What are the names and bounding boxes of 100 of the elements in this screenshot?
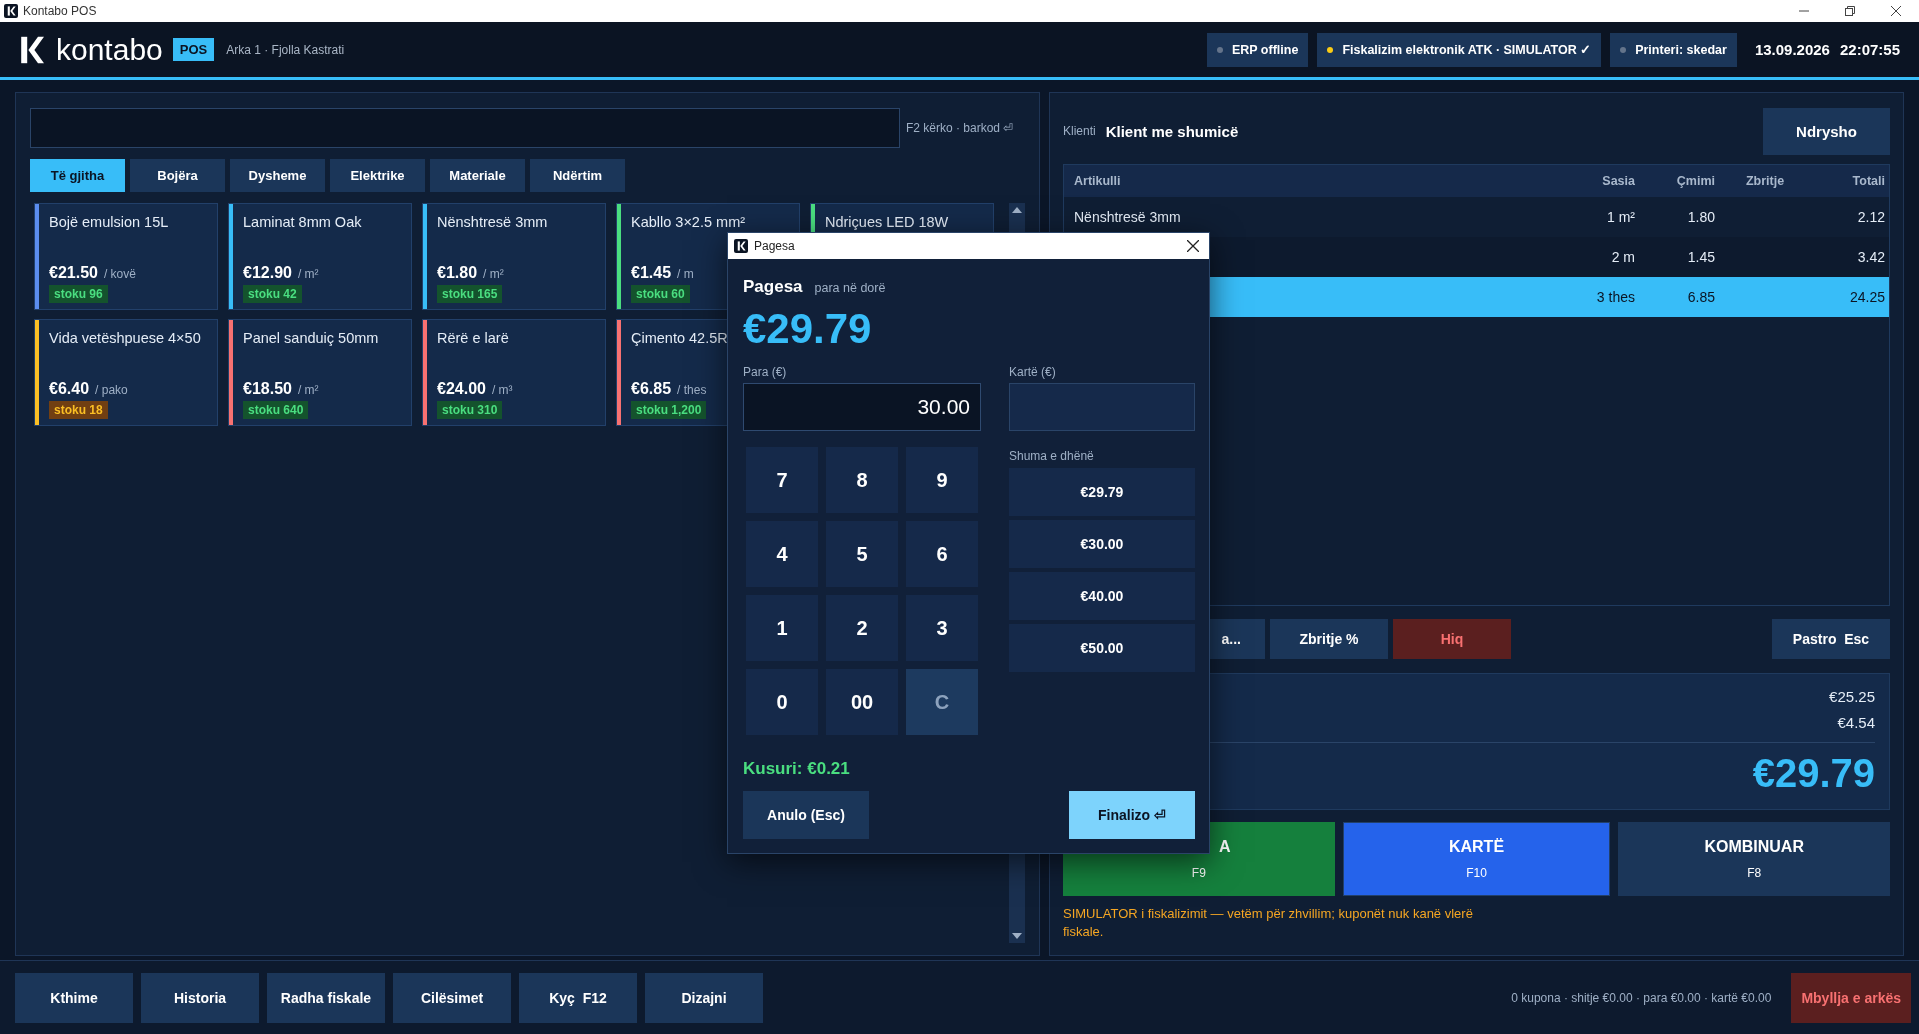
simulator-notice: SIMULATOR i fiskalizimit — vetëm për zhvillim; kuponët nuk kanë vlerë fiskale. [1063,905,1473,941]
payment-button[interactable]: KARTË F10 [1342,822,1611,896]
close-icon[interactable] [1891,6,1901,16]
product-price: €21.50 [49,264,98,282]
product-unit: / m² [297,267,319,281]
item-price: 1.45 [1686,249,1715,265]
status-label: ERP offline [1231,42,1299,57]
cash-field[interactable]: 30.00 [743,383,981,431]
clear-button[interactable]: Pastro Esc [1772,619,1890,659]
stock-badge: stoku 640 [243,401,309,419]
product-price: €1.80 [437,264,478,282]
footer-button[interactable]: Kyç F12 [519,972,637,1023]
product-unit: / thes [677,383,707,397]
change-client-button[interactable]: Ndrysho [1763,107,1890,155]
quick-amount-button[interactable]: €29.79 [1009,468,1195,516]
keypad-key[interactable]: 00 [826,669,898,735]
product-name: Laminat 8mm Oak [243,213,362,232]
product-unit: / m³ [491,383,513,397]
column-header: Sasia [1601,174,1635,188]
quick-amount-button[interactable]: €50.00 [1009,624,1195,672]
category-tab[interactable]: Bojëra [130,159,225,192]
stock-badge: stoku 310 [437,401,503,419]
category-tab[interactable]: Të gjitha [30,159,125,192]
item-quantity: 1 m² [1606,209,1635,225]
cart-row[interactable]: Nënshtresë 3mm 1 m² 1.80 2.12 [1064,197,1889,237]
field-label: Para (€) [743,365,788,379]
date: 13.09.2026 [1754,41,1830,58]
item-total: 2.12 [1856,209,1885,225]
dialog-heading: Pagesa [743,277,803,297]
keypad-key[interactable]: 2 [826,595,898,661]
keypad-key[interactable]: 3 [906,595,978,661]
brand-name: kontabo [56,32,163,67]
footer-button[interactable]: Cilësimet [393,972,511,1023]
category-tab[interactable]: Ndërtim [530,159,625,192]
cancel-button[interactable]: Anulo (Esc) [743,791,869,839]
maximize-icon[interactable] [1845,6,1855,16]
client-label: Klienti [1063,124,1096,138]
product-card[interactable]: Vida vetëshpuese 4×50 €6.40 / pako stoku 18 [34,319,218,426]
product-card[interactable]: Nënshtresë 3mm €1.80 / m² stoku 165 [422,203,606,310]
search-field[interactable] [30,108,900,148]
card-field[interactable] [1009,383,1195,431]
category-tab[interactable]: Materiale [430,159,525,192]
column-header: Totali [1851,174,1885,188]
product-name: Bojë emulsion 15L [49,213,169,232]
product-card[interactable]: Laminat 8mm Oak €12.90 / m² stoku 42 [228,203,412,310]
quick-amount-button[interactable]: €40.00 [1009,572,1195,620]
subtotal-value: €25.25 [1829,687,1875,707]
keypad-key[interactable]: 0 [746,669,818,735]
item-name: Nënshtresë 3mm [1074,209,1182,225]
payment-button[interactable]: KOMBINUAR F8 [1618,822,1890,896]
category-tab[interactable]: Dysheme [230,159,325,192]
stock-badge: stoku 60 [631,285,690,303]
keypad-key[interactable]: 6 [906,521,978,587]
keypad-key[interactable]: C [906,669,978,735]
scroll-down-icon[interactable] [1012,933,1022,939]
session-summary: 0 kupona · shitje €0.00 · para €0.00 · kartë €0.00 [1511,990,1772,1005]
change-amount: Kusuri: €0.21 [743,759,851,779]
footer-button[interactable]: Historia [141,972,259,1023]
product-name: Çimento 42.5R [631,329,728,348]
keypad-key[interactable]: 8 [826,447,898,513]
product-price: €24.00 [437,380,486,398]
keypad-key[interactable]: 5 [826,521,898,587]
pos-badge: POS [172,38,215,61]
dialog-subheading: para në dorë [814,281,886,295]
product-name: Panel sanduiç 50mm [243,329,379,348]
field-label: Kartë (€) [1009,365,1057,379]
product-name: Nënshtresë 3mm [437,213,548,232]
product-name: Kabllo 3×2.5 mm² [631,213,746,232]
client-name: Klient me shumicë [1105,122,1239,140]
footer-button[interactable]: Kthime [15,972,133,1023]
register-info: Arka 1 · Fjolla Kastrati [226,42,345,57]
product-card[interactable]: Rërë e larë €24.00 / m³ stoku 310 [422,319,606,426]
product-name: Ndriçues LED 18W [825,213,949,232]
footer-button[interactable]: Dizajni [645,972,763,1023]
stock-badge: stoku 96 [49,285,108,303]
item-quantity: 2 m [1610,249,1635,265]
product-card[interactable]: Panel sanduiç 50mm €18.50 / m² stoku 640 [228,319,412,426]
product-unit: / m² [297,383,319,397]
footer-button[interactable]: Radha fiskale [267,972,385,1023]
product-name: Vida vetëshpuese 4×50 [49,329,201,348]
keypad-key[interactable]: 9 [906,447,978,513]
cart-action-button[interactable]: Hiq [1393,619,1511,659]
finalize-button[interactable]: Finalizo ⏎ [1069,791,1195,839]
cart-action-button[interactable]: Zbritje % [1270,619,1388,659]
stock-badge: stoku 18 [49,401,108,419]
status-label: Fiskalizim elektronik ATK · SIMULATOR ✓ [1342,42,1592,57]
quick-amount-button[interactable]: €30.00 [1009,520,1195,568]
product-unit: / m² [483,267,504,281]
item-quantity: 3 thes [1595,289,1635,305]
close-icon[interactable] [1187,240,1199,252]
keypad-key[interactable]: 1 [746,595,818,661]
stock-badge: stoku 1,200 [631,401,707,419]
product-card[interactable]: Bojë emulsion 15L €21.50 / kovë stoku 96 [34,203,218,310]
category-tab[interactable]: Elektrike [330,159,425,192]
product-unit: / pako [95,383,128,397]
product-unit: / kovë [103,267,136,281]
scroll-up-icon[interactable] [1012,207,1022,213]
close-register-button[interactable]: Mbyllja e arkës [1791,972,1911,1023]
keypad-key[interactable]: 4 [746,521,818,587]
keypad-key[interactable]: 7 [746,447,818,513]
